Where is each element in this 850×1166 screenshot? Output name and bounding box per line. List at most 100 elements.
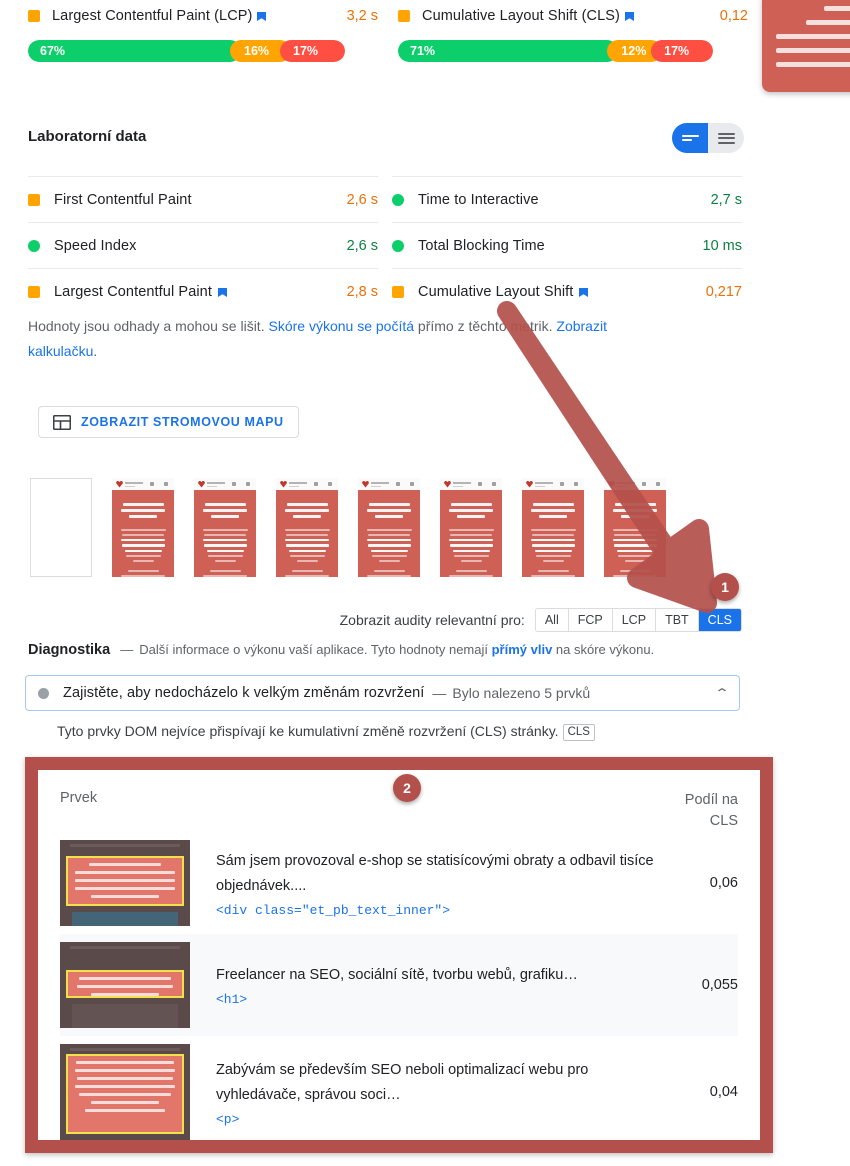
logo-subtext (453, 485, 463, 487)
site-logo-icon (444, 480, 451, 488)
lab-data-title: Laboratorní data (28, 128, 147, 145)
status-circle-icon (392, 193, 404, 206)
lab-metric-name: First Contentful Paint (54, 191, 192, 208)
view-treemap-button[interactable]: ZOBRAZIT STROMOVOU MAPU (38, 406, 299, 438)
distribution-segment-poor: 17% (280, 40, 345, 62)
core-vital-cls: Cumulative Layout Shift (CLS) 0,12 71% 1… (398, 0, 748, 62)
element-preview-popup (762, 0, 850, 92)
lab-metric-speed-index[interactable]: Speed Index 2,6 s (28, 222, 378, 268)
audit-description: Tyto prvky DOM nejvíce přispívají ke kum… (57, 723, 595, 741)
filter-button-all[interactable]: All (535, 609, 569, 631)
score-calculation-link[interactable]: Skóre výkonu se počítá (268, 318, 414, 334)
lab-metric-value: 2,7 s (710, 191, 742, 208)
search-icon (492, 482, 496, 486)
audit-filter-group[interactable]: All FCP LCP TBT CLS (534, 608, 742, 632)
table-row[interactable]: Zabývám se především SEO neboli optimali… (60, 1036, 738, 1140)
element-selector: <div class="et_pb_text_inner"> (216, 902, 451, 918)
filmstrip-frame[interactable] (604, 478, 666, 577)
distribution-segment-good: 67% (28, 40, 241, 62)
lab-metric-value: 2,6 s (346, 191, 378, 208)
logo-text (207, 482, 225, 484)
screenshot-body (446, 526, 496, 577)
logo-subtext (535, 485, 545, 487)
element-thumbnail[interactable] (60, 840, 190, 926)
lab-metric-tti[interactable]: Time to Interactive 2,7 s (392, 176, 742, 222)
list-view-icon[interactable] (708, 123, 744, 153)
annotation-badge-2: 2 (393, 774, 421, 802)
filmstrip-frame[interactable] (112, 478, 174, 577)
lab-metric-name: Largest Contentful Paint (54, 283, 212, 300)
lab-metric-name: Time to Interactive (418, 191, 539, 208)
preview-line (776, 62, 850, 67)
filmstrip-frame[interactable] (276, 478, 338, 577)
lab-metric-fcp[interactable]: First Contentful Paint 2,6 s (28, 176, 378, 222)
filmstrip-frame-blank[interactable] (30, 478, 92, 577)
distribution-bar: 67% 16% 17% (28, 40, 345, 62)
lab-metric-value: 10 ms (702, 237, 743, 254)
filter-button-tbt[interactable]: TBT (656, 609, 699, 631)
thumbnail-header-bar (70, 1048, 180, 1051)
chevron-up-icon[interactable]: ⌃ (714, 686, 730, 700)
status-circle-icon (28, 239, 40, 252)
core-vital-header: Cumulative Layout Shift (CLS) 0,12 (398, 0, 748, 32)
core-vital-name: Largest Contentful Paint (LCP) (52, 8, 253, 24)
logo-subtext (617, 485, 627, 487)
filmstrip (30, 478, 666, 577)
core-web-vitals-section: Largest Contentful Paint (LCP) 3,2 s 67%… (0, 0, 760, 96)
menu-icon (150, 482, 154, 486)
audit-description-text: Tyto prvky DOM nejvíce přispívají ke kum… (57, 723, 559, 739)
shifted-element-highlight (66, 856, 184, 906)
search-icon (656, 482, 660, 486)
logo-subtext (207, 485, 217, 487)
filmstrip-frame[interactable] (194, 478, 256, 577)
search-icon (328, 482, 332, 486)
column-header-cls-share-line2: CLS (709, 813, 738, 829)
lab-metrics-row: Largest Contentful Paint 2,8 s Cumulativ… (28, 268, 742, 314)
logo-text (617, 482, 635, 484)
menu-icon (232, 482, 236, 486)
filmstrip-frame[interactable] (522, 478, 584, 577)
filmstrip-frame[interactable] (358, 478, 420, 577)
audit-row-layout-shifts[interactable]: Zajistěte, aby nedocházelo k velkým změn… (25, 675, 740, 711)
view-toggle[interactable] (672, 123, 744, 153)
screenshot-heading (528, 500, 578, 521)
direct-impact-link[interactable]: přímý vliv (492, 642, 553, 657)
table-row[interactable]: Freelancer na SEO, sociální sítě, tvorbu… (60, 934, 738, 1036)
screenshot-heading (200, 500, 250, 521)
element-text: Sám jsem provozoval e-shop se statisícov… (216, 852, 654, 894)
site-logo-icon (526, 480, 533, 488)
audit-filter-label: Zobrazit audity relevantní pro: (339, 612, 525, 628)
flag-icon (257, 11, 267, 21)
element-thumbnail[interactable] (60, 942, 190, 1028)
status-square-icon (28, 285, 40, 298)
site-logo-icon (608, 480, 615, 488)
lab-metric-value: 0,217 (705, 283, 742, 300)
preview-line (824, 6, 850, 11)
filmstrip-frame[interactable] (440, 478, 502, 577)
filter-button-cls[interactable]: CLS (698, 609, 741, 631)
menu-icon (314, 482, 318, 486)
column-header-element: Prvek (60, 790, 98, 806)
element-cls-share: 0,04 (709, 1084, 738, 1100)
screenshot-topbar (358, 478, 420, 490)
filter-button-fcp[interactable]: FCP (568, 609, 613, 631)
filmstrip-view-icon[interactable] (672, 123, 708, 153)
lab-metric-tbt[interactable]: Total Blocking Time 10 ms (392, 222, 742, 268)
element-cls-share: 0,055 (701, 977, 738, 993)
lab-metrics-grid: First Contentful Paint 2,6 s Time to Int… (28, 176, 742, 314)
status-square-icon (398, 10, 410, 22)
site-logo-icon (280, 480, 287, 488)
screenshot-topbar (440, 478, 502, 490)
screenshot-heading (610, 500, 660, 521)
element-thumbnail[interactable] (60, 1044, 190, 1140)
audit-subtitle: Bylo nalezeno 5 prvků (452, 685, 591, 701)
thumbnail-header-bar (70, 844, 180, 847)
lab-metric-name: Total Blocking Time (418, 237, 545, 254)
filter-button-lcp[interactable]: LCP (612, 609, 657, 631)
lab-metric-value: 2,8 s (346, 283, 378, 300)
screenshot-heading (446, 500, 496, 521)
lab-metric-lcp[interactable]: Largest Contentful Paint 2,8 s (28, 268, 378, 314)
table-row[interactable]: Sám jsem provozoval e-shop se statisícov… (60, 832, 738, 934)
lab-metric-cls[interactable]: Cumulative Layout Shift 0,217 (392, 268, 742, 314)
preview-line (776, 48, 850, 53)
